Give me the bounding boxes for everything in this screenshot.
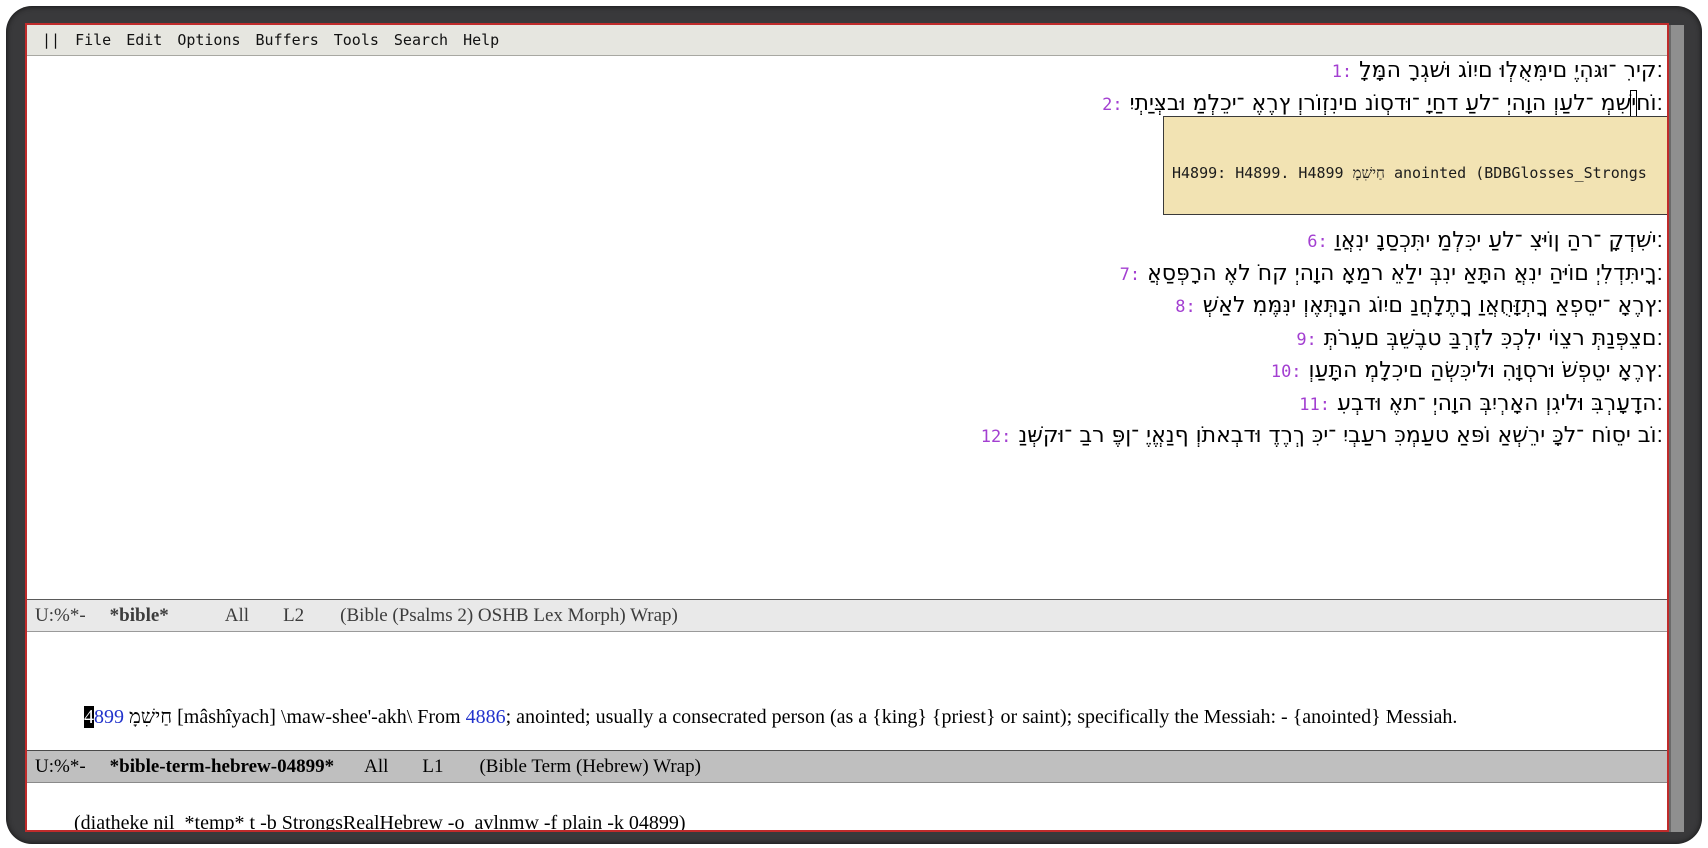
menu-help[interactable]: Help — [463, 31, 499, 49]
verse-hebrew-text[interactable]: יִתְיַצְּבוּ מַלְכֵי־ אֶרֶץ וְרוֹזְנִים … — [1130, 91, 1663, 116]
strongs-definition-line: 4899 מָשִׁיחַ [mâshîyach] \maw-shee'-akh… — [34, 683, 1661, 752]
text-cursor: 4 — [84, 706, 94, 728]
modeline-buffer-name: *bible* — [110, 605, 169, 627]
verse-number: 6: — [1307, 232, 1327, 252]
lexicon-headword: מָשִׁיחַ [mâshîyach] \maw-shee'-akh\ Fro… — [124, 706, 466, 728]
verse-hebrew-text[interactable]: שְׁאַל מִמֶּנִּי וְאֶתְּנָה גוֹיִם נַחֲל… — [1203, 293, 1663, 318]
verse-hebrew-text[interactable]: אֲסַפְּרָה אֶל חֹק יְהוָה אָמַר אֵלַי בְ… — [1147, 261, 1663, 286]
modeline-bible-term: U:%*- *bible-term-hebrew-04899* All L1 (… — [27, 750, 1667, 783]
verse-number: 1: — [1332, 62, 1352, 82]
verse-line[interactable]: 10: וְעַתָּה מְלָכִים הַשְׂכִּילוּ הִוָּס… — [27, 358, 1663, 391]
modeline-mode-list: (Bible (Psalms 2) OSHB Lex Morph) Wrap) — [340, 605, 678, 627]
strongs-number-link-4899[interactable]: 899 — [94, 706, 124, 728]
modeline-buffer-name: *bible-term-hebrew-04899* — [110, 756, 334, 778]
verse-hebrew-text[interactable]: וַאֲנִי נָסַכְתִּי מַלְכִּי עַל־ צִיּוֹן… — [1335, 228, 1663, 253]
verse-number: 2: — [1102, 95, 1122, 115]
verse-number: 9: — [1296, 330, 1316, 350]
modeline-flags: U:%*- — [35, 605, 86, 627]
emacs-frame: ||FileEditOptionsBuffersToolsSearchHelp … — [25, 23, 1669, 832]
menu-options[interactable]: Options — [177, 31, 240, 49]
verse-line[interactable]: 8: שְׁאַל מִמֶּנִּי וְאֶתְּנָה גוֹיִם נַח… — [27, 293, 1663, 326]
modeline-scroll-indicator: All — [225, 605, 249, 627]
lexicon-gloss: ; anointed; usually a consecrated person… — [506, 706, 1458, 728]
modeline-flags: U:%*- — [35, 756, 86, 778]
lexicon-buffer[interactable]: 4899 מָשִׁיחַ [mâshîyach] \maw-shee'-akh… — [27, 632, 1667, 750]
menu-edit[interactable]: Edit — [126, 31, 162, 49]
verse-line[interactable]: 12: נַשְּׁקוּ־ בַר פֶּן־ יֶאֱנַף וְתֹאבְד… — [27, 423, 1663, 456]
verse-line[interactable]: 9: תְּרֹעֵם בְּשֵׁבֶט בַּרְזֶל כִּכְלִי י… — [27, 326, 1663, 359]
verse-line[interactable]: 11: עִבְדוּ אֶת־ יְהוָה בְּיִרְאָה וְגִיל… — [27, 391, 1663, 424]
lexicon-tooltip: H4899: H4899. H4899 מָשִׁיחַ anointed (B… — [1163, 116, 1667, 215]
right-scrollbar[interactable] — [1669, 25, 1684, 832]
verse-hebrew-text[interactable]: עִבְדוּ אֶת־ יְהוָה בְּיִרְאָה וְגִילוּ … — [1337, 391, 1663, 416]
modeline-bible: U:%*- *bible* All L2 (Bible (Psalms 2) O… — [27, 599, 1667, 632]
window-frame: ||FileEditOptionsBuffersToolsSearchHelp … — [6, 6, 1702, 844]
bible-buffer[interactable]: 1: לָמָּה רָגְשׁוּ גוֹיִם וּלְאֻמִּים יֶה… — [27, 56, 1667, 599]
menu-search[interactable]: Search — [394, 31, 448, 49]
verse-line[interactable]: 7: אֲסַפְּרָה אֶל חֹק יְהוָה אָמַר אֵלַי … — [27, 261, 1663, 294]
strongs-number-link-4886[interactable]: 4886 — [466, 706, 506, 728]
verse-hebrew-text[interactable]: נַשְּׁקוּ־ בַר פֶּן־ יֶאֱנַף וְתֹאבְדוּ … — [1018, 423, 1663, 448]
verse-number: 11: — [1299, 395, 1330, 415]
tooltip-line: H4899: H4899. H4899 מָשִׁיחַ anointed (B… — [1172, 163, 1667, 184]
verse-number: 8: — [1175, 297, 1195, 317]
modeline-line-number: L2 — [283, 605, 304, 627]
menu-bar-glyph[interactable]: || — [42, 31, 60, 49]
verse-line[interactable]: 1: לָמָּה רָגְשׁוּ גוֹיִם וּלְאֻמִּים יֶה… — [27, 58, 1663, 91]
modeline-mode-list: (Bible Term (Hebrew) Wrap) — [479, 756, 700, 778]
desktop-background: ||FileEditOptionsBuffersToolsSearchHelp … — [0, 0, 1708, 848]
diatheke-command-text: (diatheke nil *temp* t -b StrongsRealHeb… — [74, 812, 686, 832]
minibuffer-echo-area[interactable]: (diatheke nil *temp* t -b StrongsRealHeb… — [27, 783, 1667, 830]
verse-hebrew-text[interactable]: וְעַתָּה מְלָכִים הַשְׂכִּילוּ הִוָּסְרו… — [1309, 358, 1663, 383]
menu-file[interactable]: File — [75, 31, 111, 49]
verse-line[interactable]: 6: וַאֲנִי נָסַכְתִּי מַלְכִּי עַל־ צִיּו… — [27, 228, 1663, 261]
verse-hebrew-text[interactable]: תְּרֹעֵם בְּשֵׁבֶט בַּרְזֶל כִּכְלִי יוֹ… — [1324, 326, 1663, 351]
menu-buffers[interactable]: Buffers — [256, 31, 319, 49]
modeline-scroll-indicator: All — [364, 756, 388, 778]
menu-tools[interactable]: Tools — [334, 31, 379, 49]
modeline-line-number: L1 — [422, 756, 443, 778]
menu-bar: || File Edit Options Buffers Tools Search Help — [27, 25, 1667, 56]
verse-number: 10: — [1271, 362, 1302, 382]
verse-hebrew-text[interactable]: לָמָּה רָגְשׁוּ גוֹיִם וּלְאֻמִּים יֶהְג… — [1359, 58, 1663, 83]
verse-number: 12: — [981, 427, 1012, 447]
verse-number: 7: — [1120, 265, 1140, 285]
